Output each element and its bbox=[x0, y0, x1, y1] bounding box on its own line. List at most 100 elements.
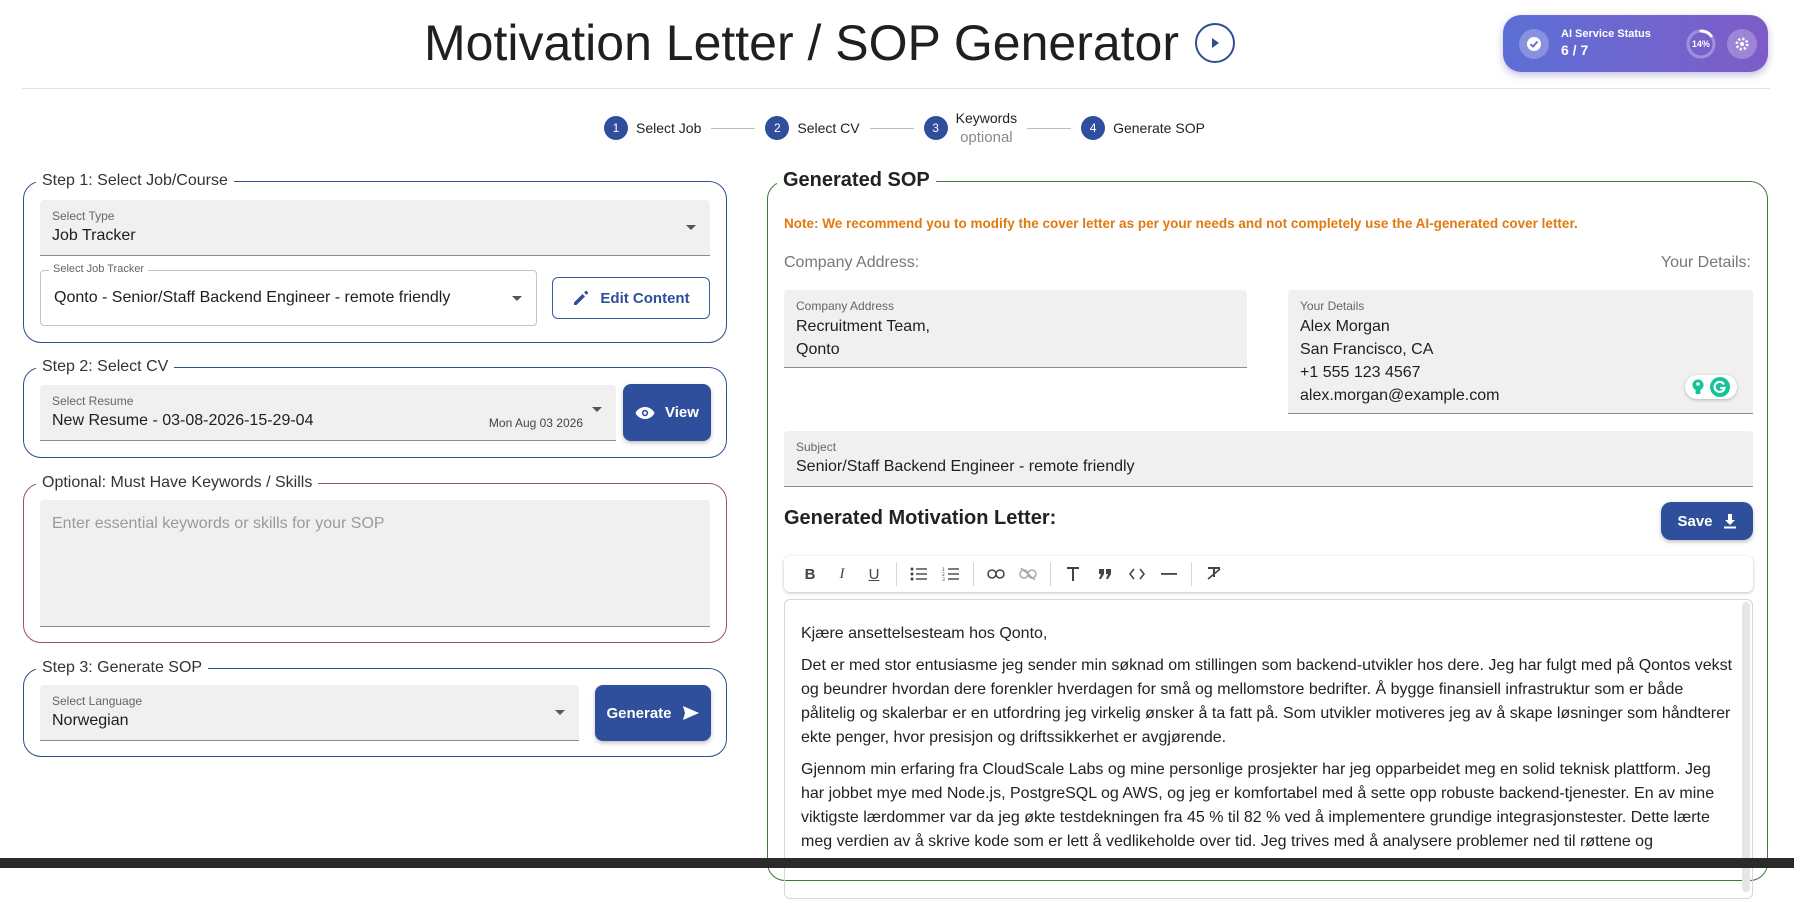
heading-button[interactable] bbox=[1057, 560, 1089, 588]
download-icon bbox=[1723, 514, 1736, 529]
edit-content-button[interactable]: Edit Content bbox=[552, 277, 710, 319]
ai-status-value: 6 / 7 bbox=[1561, 42, 1589, 59]
select-type-label: Select Type bbox=[52, 209, 115, 223]
view-cv-button[interactable]: View bbox=[623, 384, 711, 441]
page-title: Motivation Letter / SOP Generator bbox=[424, 15, 1180, 71]
link-button[interactable] bbox=[980, 560, 1012, 588]
subject-field[interactable]: Subject Senior/Staff Backend Engineer - … bbox=[784, 431, 1753, 487]
your-details-heading: Your Details: bbox=[1660, 254, 1751, 271]
step-4: 4 Generate SOP bbox=[1081, 116, 1205, 141]
job-tracker-value: Qonto - Senior/Staff Backend Engineer - … bbox=[54, 289, 451, 306]
subject-value: Senior/Staff Backend Engineer - remote f… bbox=[796, 458, 1135, 475]
link-icon bbox=[987, 569, 1005, 579]
your-details-field[interactable]: Your Details Alex Morgan San Francisco, … bbox=[1288, 290, 1753, 414]
step-label: Generate SOP bbox=[1113, 120, 1205, 137]
bullet-list-icon bbox=[910, 567, 927, 581]
step-number: 1 bbox=[604, 116, 628, 141]
letter-paragraph: Det er med stor entusiasme jeg sender mi… bbox=[801, 657, 1733, 746]
your-details-label: Your Details bbox=[1300, 299, 1365, 313]
blockquote-button[interactable] bbox=[1089, 560, 1121, 588]
code-button[interactable] bbox=[1121, 560, 1153, 588]
step-1: 1 Select Job bbox=[604, 116, 702, 141]
save-button[interactable]: Save bbox=[1661, 502, 1753, 540]
step-sublabel: optional bbox=[960, 128, 1013, 146]
step3-section: Step 3: Generate SOP Select Language Nor… bbox=[23, 659, 727, 757]
select-type-value: Job Tracker bbox=[52, 227, 136, 244]
step1-legend: Step 1: Select Job/Course bbox=[36, 172, 234, 190]
settings-button[interactable] bbox=[1726, 28, 1757, 59]
quote-icon bbox=[1099, 569, 1111, 579]
toolbar-divider bbox=[896, 562, 897, 586]
code-icon bbox=[1129, 568, 1145, 580]
numbered-list-icon: 123 bbox=[942, 567, 959, 581]
generate-button[interactable]: Generate bbox=[595, 685, 711, 741]
italic-button[interactable]: I bbox=[826, 560, 858, 588]
letter-paragraph: Gjennom min erfaring fra CloudScale Labs… bbox=[801, 761, 1715, 850]
send-icon bbox=[682, 706, 699, 720]
bullet-list-button[interactable] bbox=[903, 560, 935, 588]
step-number: 3 bbox=[923, 116, 948, 141]
company-address-field[interactable]: Company Address Recruitment Team, Qonto bbox=[784, 290, 1247, 368]
editor-toolbar: B I U 123 bbox=[784, 556, 1753, 592]
subject-label: Subject bbox=[796, 440, 837, 454]
letter-editor[interactable]: Kjære ansettelsesteam hos Qonto, Det er … bbox=[784, 599, 1753, 899]
step-connector bbox=[1027, 127, 1072, 129]
step-2: 2 Select CV bbox=[765, 116, 860, 141]
view-cv-label: View bbox=[665, 404, 699, 421]
step3-legend: Step 3: Generate SOP bbox=[36, 659, 209, 677]
step2-legend: Step 2: Select CV bbox=[36, 358, 175, 376]
horizontal-rule-button[interactable] bbox=[1153, 560, 1185, 588]
dropdown-arrow-icon bbox=[512, 296, 522, 301]
editor-scrollbar[interactable] bbox=[1742, 602, 1750, 892]
play-tutorial-button[interactable] bbox=[1195, 23, 1236, 63]
toolbar-divider bbox=[1191, 562, 1192, 586]
gear-icon bbox=[1735, 37, 1749, 50]
horizontal-rule-icon bbox=[1161, 573, 1177, 575]
clear-formatting-button[interactable] bbox=[1198, 560, 1230, 588]
step-connector bbox=[711, 127, 756, 129]
taskbar-strip bbox=[0, 858, 1794, 868]
select-type-dropdown[interactable]: Select Type Job Tracker bbox=[40, 200, 710, 256]
grammarly-widget[interactable] bbox=[1685, 375, 1737, 399]
numbered-list-button[interactable]: 123 bbox=[935, 560, 967, 588]
clear-formatting-icon bbox=[1207, 567, 1221, 580]
select-language-dropdown[interactable]: Select Language Norwegian bbox=[40, 685, 579, 741]
unlink-icon bbox=[1019, 568, 1037, 580]
unlink-button[interactable] bbox=[1012, 560, 1044, 588]
save-label: Save bbox=[1677, 512, 1713, 530]
select-language-value: Norwegian bbox=[52, 712, 129, 729]
select-resume-dropdown[interactable]: Select Resume New Resume - 03-08-2026-15… bbox=[40, 385, 616, 441]
stepper: 1 Select Job 2 Select CV 3 Keywords opti… bbox=[604, 110, 1205, 147]
step-number: 2 bbox=[765, 116, 790, 141]
step-label: Keywords bbox=[955, 110, 1018, 126]
company-address-value: Recruitment Team, Qonto bbox=[796, 318, 930, 358]
check-circle-icon bbox=[1519, 28, 1549, 59]
step1-section: Step 1: Select Job/Course Select Type Jo… bbox=[23, 172, 727, 343]
bold-button[interactable]: B bbox=[794, 560, 826, 588]
dropdown-arrow-icon bbox=[686, 225, 696, 230]
step-label: Select Job bbox=[636, 120, 702, 137]
pencil-icon bbox=[574, 290, 589, 305]
underline-button[interactable]: U bbox=[858, 560, 890, 588]
ai-status-label: AI Service Status bbox=[1561, 28, 1651, 41]
dropdown-arrow-icon bbox=[592, 407, 602, 412]
edit-content-label: Edit Content bbox=[600, 289, 690, 307]
play-icon bbox=[1212, 38, 1220, 48]
job-tracker-label: Select Job Tracker bbox=[49, 263, 149, 275]
svg-text:3: 3 bbox=[942, 577, 945, 581]
toolbar-divider bbox=[1050, 562, 1051, 586]
heading-icon bbox=[1067, 567, 1079, 581]
usage-progress-text: 14% bbox=[1691, 38, 1710, 49]
usage-progress-ring: 14% bbox=[1685, 28, 1717, 60]
grammarly-icon bbox=[1710, 377, 1730, 397]
company-address-label: Company Address bbox=[796, 299, 895, 313]
sop-legend: Generated SOP bbox=[777, 169, 936, 192]
select-job-tracker-dropdown[interactable]: Select Job Tracker Qonto - Senior/Staff … bbox=[40, 263, 537, 326]
keywords-input[interactable]: Enter essential keywords or skills for y… bbox=[40, 500, 710, 627]
select-resume-label: Select Resume bbox=[52, 394, 134, 408]
keywords-legend: Optional: Must Have Keywords / Skills bbox=[36, 474, 319, 492]
eye-icon bbox=[635, 406, 655, 419]
ai-service-status-card[interactable]: AI Service Status 6 / 7 14% bbox=[1503, 15, 1768, 72]
title-row: Motivation Letter / SOP Generator bbox=[424, 14, 1236, 72]
company-address-heading: Company Address: bbox=[784, 254, 920, 271]
